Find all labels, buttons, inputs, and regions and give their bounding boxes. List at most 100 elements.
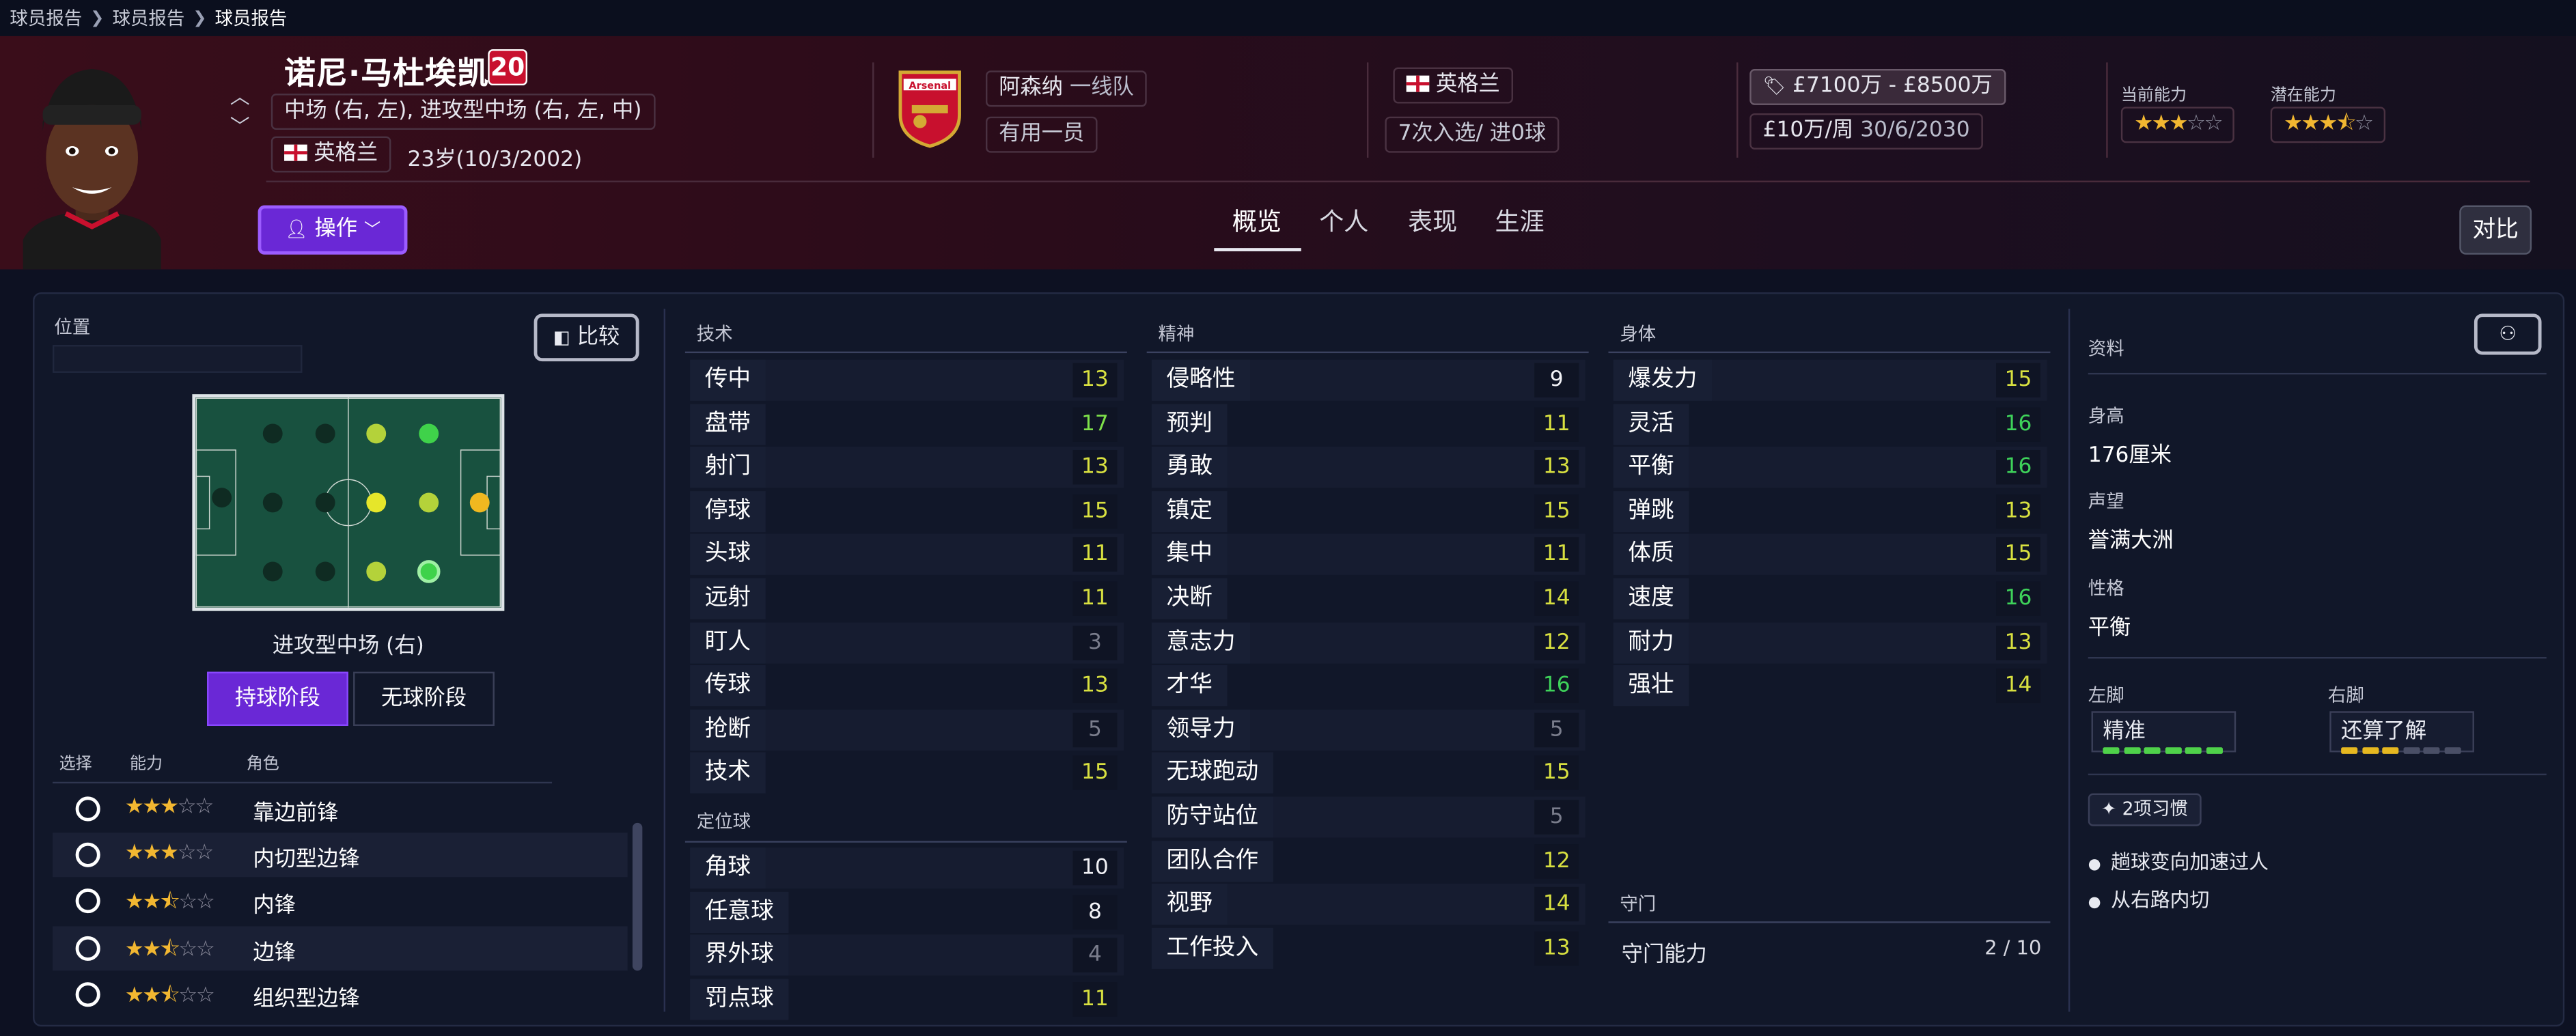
transfer-value: £7100万 - £8500万 xyxy=(1792,74,1993,99)
attribute-row[interactable]: 任意球 8 xyxy=(690,891,1124,933)
breadcrumb-item-1[interactable]: 球员报告 xyxy=(10,5,82,31)
attribute-row[interactable]: 远射 11 xyxy=(690,578,1124,619)
attribute-row[interactable]: 领导力 5 xyxy=(1151,709,1585,751)
out-of-possession-tab[interactable]: 无球阶段 xyxy=(353,671,495,727)
attribute-row[interactable]: 盘带 17 xyxy=(690,403,1124,445)
attribute-name: 体质 xyxy=(1613,534,1689,576)
attribute-row[interactable]: 平衡 16 xyxy=(1613,447,2047,488)
role-row[interactable]: ★★★☆☆ 内切型边锋 xyxy=(52,832,628,878)
attribute-row[interactable]: 强壮 14 xyxy=(1613,665,2047,707)
club-badge[interactable]: Arsenal xyxy=(897,69,962,148)
attribute-name: 决断 xyxy=(1151,578,1228,619)
tab-personal[interactable]: 个人 xyxy=(1319,204,1368,238)
tab-overview[interactable]: 概览 xyxy=(1232,204,1282,238)
in-possession-tab[interactable]: 持球阶段 xyxy=(207,671,348,727)
attribute-value: 3 xyxy=(1072,625,1118,660)
attribute-row[interactable]: 盯人 3 xyxy=(690,621,1124,663)
national-team-name: 英格兰 xyxy=(1435,72,1500,97)
radio-button[interactable] xyxy=(75,936,100,961)
player-age: 23岁(10/3/2002) xyxy=(407,148,583,173)
breadcrumb-item-2[interactable]: 球员报告 xyxy=(112,5,184,31)
goalkeeping-label: 守门能力 xyxy=(1621,942,1707,968)
tab-performance[interactable]: 表现 xyxy=(1408,204,1457,238)
transfer-value-chip[interactable]: 🏷︎ £7100万 - £8500万 xyxy=(1749,69,2006,105)
attribute-row[interactable]: 工作投入 13 xyxy=(1151,927,1585,969)
attribute-row[interactable]: 抢断 5 xyxy=(690,709,1124,751)
attribute-name: 强壮 xyxy=(1613,665,1689,707)
attribute-row[interactable]: 罚点球 11 xyxy=(690,978,1124,1020)
club-chip[interactable]: 阿森纳 一线队 xyxy=(986,70,1148,107)
attribute-row[interactable]: 界外球 4 xyxy=(690,934,1124,977)
radio-button[interactable] xyxy=(75,842,100,867)
player-positions: 中场 (右, 左), 进攻型中场 (右, 左, 中) xyxy=(271,94,655,130)
attribute-value: 15 xyxy=(1072,756,1118,791)
position-dot-st xyxy=(469,492,490,513)
position-selector[interactable] xyxy=(52,345,303,373)
attribute-row[interactable]: 决断 14 xyxy=(1151,578,1585,619)
attribute-row[interactable]: 传中 13 xyxy=(690,359,1124,401)
compare-position-button[interactable]: ◧ 比较 xyxy=(534,313,639,362)
attribute-row[interactable]: 灵活 16 xyxy=(1613,403,2047,445)
badge-text: Arsenal xyxy=(909,81,951,92)
attribute-row[interactable]: 无球跑动 15 xyxy=(1151,753,1585,794)
attribute-value: 9 xyxy=(1534,363,1579,398)
attribute-row[interactable]: 弹跳 13 xyxy=(1613,490,2047,532)
attribute-row[interactable]: 预判 11 xyxy=(1151,403,1585,445)
position-dot-ml xyxy=(366,423,387,444)
technical-title: 技术 xyxy=(696,323,733,346)
attribute-row[interactable]: 才华 16 xyxy=(1151,665,1585,707)
next-player-icon[interactable]: ﹀ xyxy=(230,112,250,140)
attribute-row[interactable]: 速度 16 xyxy=(1613,578,2047,619)
role-row[interactable]: ★★⯪☆☆ 边锋 xyxy=(52,926,628,971)
attribute-name: 停球 xyxy=(690,490,766,532)
radio-button[interactable] xyxy=(75,796,100,822)
foot-meter-segment xyxy=(2341,747,2358,754)
attribute-value: 13 xyxy=(1072,363,1118,398)
personality-label: 性格 xyxy=(2088,578,2124,600)
attribute-value: 4 xyxy=(1072,938,1118,973)
role-row[interactable]: ★★⯪☆☆ 组织型边锋 xyxy=(53,972,628,1017)
attribute-row[interactable]: 技术 15 xyxy=(690,753,1124,794)
attribute-row[interactable]: 团队合作 12 xyxy=(1151,840,1585,882)
attribute-row[interactable]: 角球 10 xyxy=(690,847,1124,889)
compare-button[interactable]: 对比 xyxy=(2459,205,2532,255)
radio-button[interactable] xyxy=(75,982,100,1007)
attribute-row[interactable]: 镇定 15 xyxy=(1151,490,1585,532)
position-pitch[interactable] xyxy=(192,394,505,611)
previous-player-icon[interactable]: ︿ xyxy=(230,82,250,110)
national-team-chip[interactable]: 英格兰 xyxy=(1393,67,1514,104)
attribute-row[interactable]: 射门 13 xyxy=(690,447,1124,488)
attribute-row[interactable]: 防守站位 5 xyxy=(1151,796,1585,838)
attribute-row[interactable]: 耐力 13 xyxy=(1613,621,2047,663)
attribute-row[interactable]: 意志力 12 xyxy=(1151,621,1585,663)
roles-scrollbar[interactable] xyxy=(632,822,643,971)
attribute-row[interactable]: 集中 11 xyxy=(1151,534,1585,576)
attribute-row[interactable]: 视野 14 xyxy=(1151,884,1585,925)
player-nationality[interactable]: 英格兰 xyxy=(271,136,391,173)
attribute-value: 13 xyxy=(1534,450,1579,485)
attribute-name: 才华 xyxy=(1151,665,1228,707)
radio-button[interactable] xyxy=(75,888,100,914)
contract-chip: £10万/周 30/6/2030 xyxy=(1749,113,1983,150)
attribute-row[interactable]: 爆发力 15 xyxy=(1613,359,2047,401)
price-tag-icon: 🏷︎ xyxy=(1762,75,1786,97)
role-row[interactable]: ★★★☆☆ 靠边前锋 xyxy=(53,787,628,831)
attribute-value: 17 xyxy=(1072,406,1118,441)
profile-settings-button[interactable]: ⚇ xyxy=(2474,313,2542,355)
position-dot xyxy=(262,423,283,444)
attribute-row[interactable]: 停球 15 xyxy=(690,490,1124,532)
attribute-row[interactable]: 体质 15 xyxy=(1613,534,2047,576)
attribute-row[interactable]: 传球 13 xyxy=(690,665,1124,707)
attribute-row[interactable]: 头球 11 xyxy=(690,534,1124,576)
header-divider xyxy=(266,180,2530,182)
attribute-value: 5 xyxy=(1534,800,1579,835)
action-button[interactable]: 👤︎ 操作 ﹀ xyxy=(258,205,408,255)
role-row[interactable]: ★★⯪☆☆ 内锋 xyxy=(53,879,628,923)
foot-meter-segment xyxy=(2144,747,2161,754)
tab-career[interactable]: 生涯 xyxy=(1495,204,1545,238)
attribute-row[interactable]: 勇敢 13 xyxy=(1151,447,1585,488)
column-role: 角色 xyxy=(246,755,279,774)
attribute-row[interactable]: 侵略性 9 xyxy=(1151,359,1585,401)
position-dot xyxy=(315,561,335,582)
traits-chip[interactable]: ✦ 2项习惯 xyxy=(2088,793,2202,826)
